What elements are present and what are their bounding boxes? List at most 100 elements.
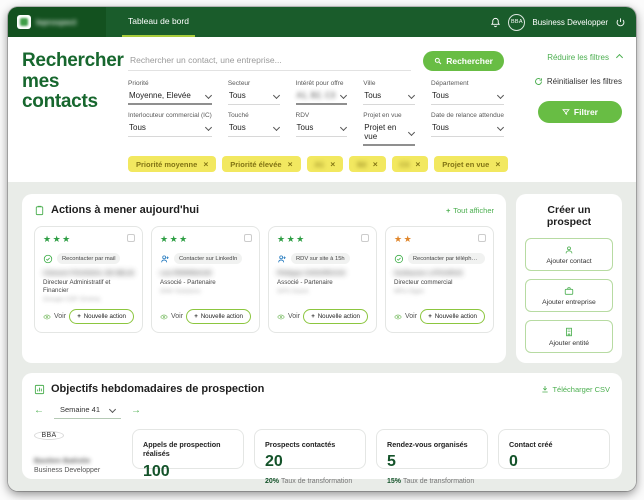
new-action-button[interactable]: Nouvelle action [186, 309, 251, 324]
stat-rate: 15%Taux de transformation [387, 478, 477, 485]
tab-tableau-de-bord[interactable]: Tableau de bord [122, 7, 195, 37]
card-checkbox[interactable] [361, 234, 369, 242]
search-button[interactable]: Rechercher [423, 51, 504, 71]
voir-button[interactable]: Voir [160, 313, 183, 321]
stat-card-rdv: Rendez-vous organisés 5 15%Taux de trans… [376, 429, 488, 469]
chevron-down-icon [408, 128, 415, 135]
week-selector: ← Semaine 41 → [34, 403, 610, 419]
chevron-down-icon [497, 124, 504, 131]
new-action-button[interactable]: Nouvelle action [420, 309, 485, 324]
filter-label: Date de relance attendue [431, 112, 504, 119]
add-entity-button[interactable]: Ajouter entité [525, 320, 613, 353]
chevron-down-icon [205, 124, 212, 131]
chip-blurred-1[interactable]: A1 [307, 156, 344, 172]
chip-blurred-2[interactable]: B2 [349, 156, 386, 172]
close-icon[interactable] [330, 159, 335, 169]
download-csv-link[interactable]: Télécharger CSV [541, 385, 610, 394]
page-title: Rechercher mes contacts [22, 51, 114, 172]
next-week-arrow[interactable]: → [131, 406, 141, 416]
briefcase-icon [564, 286, 574, 296]
card-checkbox[interactable] [127, 234, 135, 242]
stat-value: 5 [387, 453, 477, 471]
stat-value: 100 [143, 463, 233, 481]
search-button-label: Rechercher [446, 56, 493, 66]
chevron-down-icon [272, 92, 279, 99]
prospect-job-title: Associé - Partenaire [277, 279, 368, 287]
close-icon[interactable] [203, 159, 208, 169]
filter-touche-select[interactable]: Tous [228, 121, 280, 137]
chip-priorite-moyenne[interactable]: Priorité moyenne [128, 156, 216, 172]
reset-filters-link[interactable]: Réinitialiser les filtres [534, 77, 622, 86]
stat-label: Rendez-vous organisés [387, 440, 477, 449]
person-icon [564, 245, 574, 255]
prospect-card: ★★★ Recontacter par mail Clément FOUSSIA… [34, 226, 143, 333]
close-icon[interactable] [373, 159, 378, 169]
prospect-job-title: Associé - Partenaire [160, 279, 251, 287]
filter-label: Touché [228, 112, 280, 119]
create-prospect-title: Créer un prospect [525, 204, 613, 228]
action-badge: Recontacter par mail [57, 253, 120, 264]
stat-card-prospects: Prospects contactés 20 20%Taux de transf… [254, 429, 366, 469]
close-icon[interactable] [495, 159, 500, 169]
filter-label: RDV [296, 112, 348, 119]
stat-label: Prospects contactés [265, 440, 355, 449]
eye-icon [43, 313, 51, 321]
filter-button[interactable]: Filtrer [538, 101, 622, 123]
page-title-line1: Rechercher [22, 50, 124, 71]
filter-actions-column: Réduire les filtres Réinitialiser les fi… [518, 51, 622, 172]
filter-secteur: Secteur Tous [228, 80, 280, 105]
prospect-name: Clément FOUSSIAL DE BELIERS [43, 270, 134, 277]
card-checkbox[interactable] [244, 234, 252, 242]
week-select[interactable]: Semaine 41 [54, 403, 121, 419]
logout-icon[interactable] [615, 17, 626, 28]
eye-icon [394, 313, 402, 321]
eye-icon [160, 313, 168, 321]
chip-priorite-elevee[interactable]: Priorité élevée [222, 156, 300, 172]
collapse-filters-link[interactable]: Réduire les filtres [547, 53, 622, 62]
filter-interlocuteur: Interlocuteur commercial (IC) Tous [128, 112, 212, 146]
new-action-button[interactable]: Nouvelle action [303, 309, 368, 324]
chip-blurred-3[interactable]: C3 [392, 156, 429, 172]
user-avatar[interactable]: BBA [508, 14, 525, 31]
bell-icon[interactable] [490, 17, 501, 28]
chip-projet-en-vue[interactable]: Projet en vue [434, 156, 508, 172]
chevron-down-icon [205, 92, 212, 99]
add-contact-button[interactable]: Ajouter contact [525, 238, 613, 271]
filter-interet-offre-select[interactable]: A1, B2, C3 [296, 89, 348, 105]
actions-panel: Actions à mener aujourd'hui Tout affiche… [22, 194, 506, 363]
filter-secteur-select[interactable]: Tous [228, 89, 280, 105]
app-logo[interactable]: leprospect [8, 7, 106, 37]
search-input[interactable] [128, 51, 411, 71]
add-company-button[interactable]: Ajouter entreprise [525, 279, 613, 312]
logo-icon [17, 15, 31, 29]
profile-role: Business Developper [34, 467, 122, 474]
filter-ville-select[interactable]: Tous [363, 89, 415, 105]
active-filter-chips: Priorité moyenne Priorité élevée A1 B2 C… [128, 156, 504, 172]
download-icon [541, 385, 549, 393]
filter-label: Département [431, 80, 504, 87]
filter-date-relance-select[interactable]: Tous [431, 121, 504, 137]
filter-priorite-select[interactable]: Moyenne, Elevée [128, 89, 212, 105]
action-badge: Contacter sur LinkedIn [174, 253, 242, 264]
previous-week-arrow[interactable]: ← [34, 406, 44, 416]
check-circle-icon [394, 254, 404, 264]
dashboard-body: Actions à mener aujourd'hui Tout affiche… [8, 182, 636, 491]
close-icon[interactable] [415, 159, 420, 169]
card-checkbox[interactable] [478, 234, 486, 242]
chevron-down-icon [408, 92, 415, 99]
filter-projet-en-vue-select[interactable]: Projet en vue [363, 121, 415, 146]
voir-button[interactable]: Voir [394, 313, 417, 321]
new-action-button[interactable]: Nouvelle action [69, 309, 134, 324]
voir-button[interactable]: Voir [43, 313, 66, 321]
filter-ville: Ville Tous [363, 80, 415, 105]
stat-label: Appels de prospection réalisés [143, 440, 233, 459]
check-circle-icon [43, 254, 53, 264]
filter-departement-select[interactable]: Tous [431, 89, 504, 105]
close-icon[interactable] [288, 159, 293, 169]
filter-interlocuteur-select[interactable]: Tous [128, 121, 212, 137]
filter-priorite: Priorité Moyenne, Elevée [128, 80, 212, 105]
filter-rdv-select[interactable]: Tous [296, 121, 348, 137]
show-all-link[interactable]: Tout afficher [446, 206, 494, 215]
topbar-right: BBA Business Developper [490, 7, 636, 37]
voir-button[interactable]: Voir [277, 313, 300, 321]
